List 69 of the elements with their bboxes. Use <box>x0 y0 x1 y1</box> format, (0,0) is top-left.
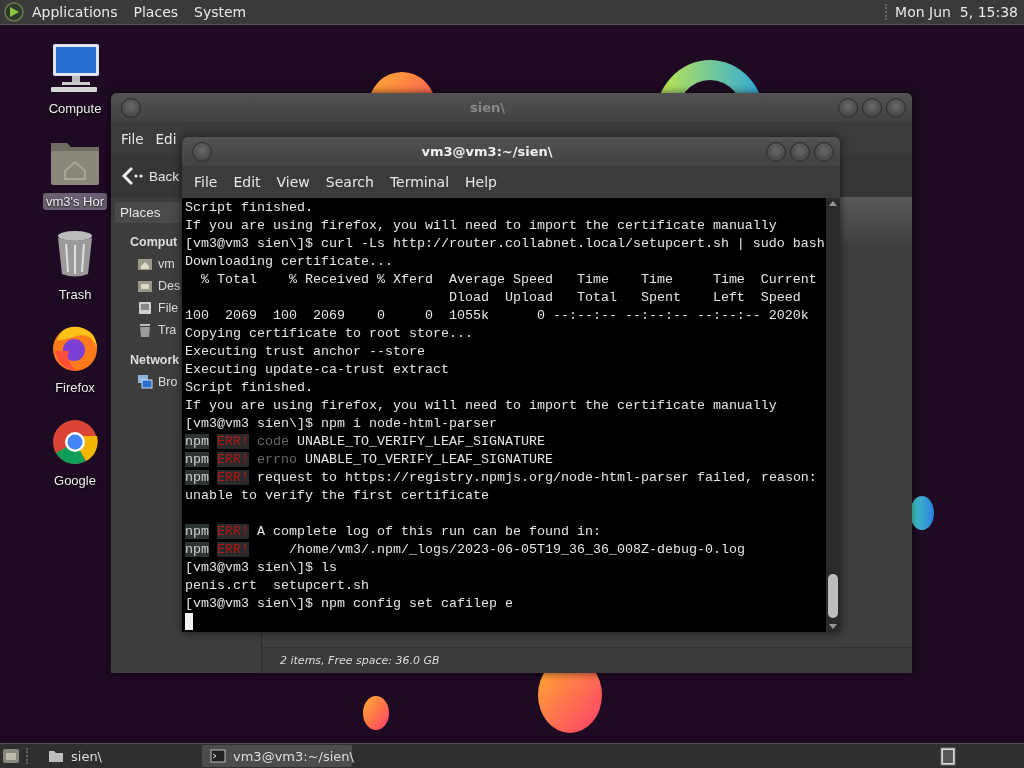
terminal-line: % Total % Received % Xferd Average Speed Time Time Time Current <box>200 271 818 289</box>
terminal-line: Executing trust anchor --store <box>185 343 426 361</box>
icon-label[interactable]: vm3's Hor <box>42 193 108 210</box>
terminal-line: If you are using firefox, you will need to import the certificate manually <box>185 217 778 235</box>
terminal-line: npm ERR! code UNABLE_TO_VERIFY_LEAF_SIGNATURE <box>185 433 546 451</box>
sidebar-item[interactable]: Des <box>158 279 181 293</box>
section-heading: Network <box>130 353 180 367</box>
icon-label[interactable]: Firefox <box>52 379 98 396</box>
terminal-line: npm ERR! /home/vm3/.npm/_logs/2023-06-05T19_36_36_008Z-debug-0.log <box>185 541 746 559</box>
terminal-line: Dload Upload Total Spent Left Speed <box>447 289 802 307</box>
wallpaper-circle <box>910 496 934 530</box>
terminal-line: [vm3@vm3 sien\]$ curl -Ls http://router.collabnet.local/setupcert.sh | sudo bash <box>185 235 826 253</box>
show-desktop-icon[interactable] <box>2 747 20 765</box>
terminal-line: Executing update-ca-trust extract <box>185 361 450 379</box>
sidebar-item[interactable]: vm <box>158 257 175 271</box>
terminal-line: Downloading certificate... <box>185 253 394 271</box>
trash-icon <box>137 322 153 338</box>
folder-icon <box>48 748 64 764</box>
back-arrow-icon <box>121 165 143 187</box>
terminal-line: Copying certificate to root store... <box>185 325 474 343</box>
menu-item[interactable]: File <box>121 130 144 147</box>
sidebar-item[interactable]: Bro <box>158 375 178 389</box>
terminal-line: npm ERR! A complete log of this run can be found in: <box>185 523 602 541</box>
terminal-line: unable to verify the first certificate <box>185 487 490 505</box>
wallpaper-circle <box>363 696 389 730</box>
drive-icon <box>137 300 153 316</box>
taskbar-button[interactable]: sien\ <box>40 745 190 767</box>
sidebar-tab[interactable]: Places <box>115 202 185 223</box>
home-folder-icon <box>137 256 153 272</box>
clock[interactable]: Mon Jun 5, 15:38 <box>885 4 1018 20</box>
menu-item[interactable]: Edi <box>155 130 177 147</box>
sidebar-item[interactable]: Tra <box>158 323 177 337</box>
terminal-line: penis.crt setupcert.sh <box>185 577 370 595</box>
text-cursor <box>185 613 193 630</box>
menu-item[interactable]: File <box>186 174 226 190</box>
back-button[interactable]: Back <box>121 165 179 187</box>
window-title: vm3@vm3:~/sien\ <box>420 144 554 159</box>
sidebar-item[interactable]: File <box>158 301 179 315</box>
terminal-line: npm ERR! request to https://registry.npmjs.org/node-html-parser failed, reason: <box>185 469 818 487</box>
terminal-line: Script finished. <box>185 379 314 397</box>
menu-item[interactable]: View <box>268 174 318 190</box>
menu-item[interactable]: Edit <box>225 174 269 190</box>
terminal-line: 100 2069 100 2069 0 0 1055k 0 --:--:-- --:--:-- --:--:-- 2020k <box>185 307 810 325</box>
terminal-line: npm ERR! errno UNABLE_TO_VERIFY_LEAF_SIGNATURE <box>185 451 554 469</box>
folder-icon <box>137 278 153 294</box>
terminal-line: [vm3@vm3 sien\]$ ls <box>185 559 338 577</box>
menu-item[interactable]: Terminal <box>381 174 458 190</box>
icon-label[interactable]: Trash <box>55 286 95 303</box>
menu-item[interactable]: Places <box>125 4 187 20</box>
network-icon <box>137 374 153 390</box>
icon-label[interactable]: Google <box>51 472 99 489</box>
menu-item[interactable]: System <box>186 4 255 20</box>
terminal-line: [vm3@vm3 sien\]$ npm i node-html-parser <box>185 415 498 433</box>
app-menu-logo-icon[interactable] <box>4 2 24 22</box>
menu-item[interactable]: Help <box>457 174 505 190</box>
menu-item[interactable]: Applications <box>24 4 126 20</box>
scrollbar-thumb[interactable] <box>828 574 838 618</box>
terminal-icon <box>210 748 226 764</box>
status-text: 2 items, Free space: 36.0 GB <box>262 647 912 673</box>
window-title: sien\ <box>469 100 506 115</box>
terminal-line: If you are using firefox, you will need to import the certificate manually <box>185 397 778 415</box>
section-heading: Comput <box>130 235 178 249</box>
workspace-switcher-icon[interactable] <box>940 746 956 766</box>
icon-label[interactable]: Compute <box>45 100 105 117</box>
menu-item[interactable]: Search <box>317 174 382 190</box>
taskbar-button[interactable]: vm3@vm3:~/sien\ <box>202 745 352 767</box>
terminal-line: [vm3@vm3 sien\]$ npm config set cafilep e <box>185 595 514 613</box>
terminal-line: Script finished. <box>185 199 314 217</box>
scrollbar[interactable] <box>826 198 840 632</box>
